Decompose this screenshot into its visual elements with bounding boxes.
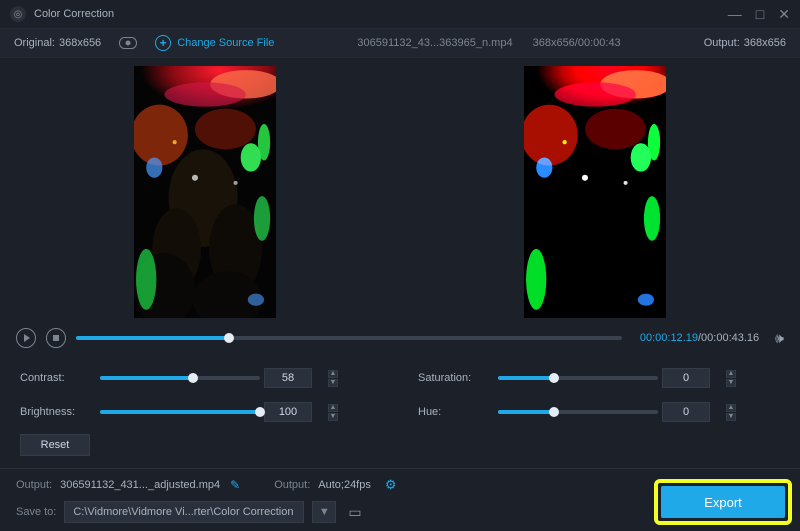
settings-gear-icon[interactable]: ⚙ (385, 477, 397, 493)
preview-area (0, 58, 800, 320)
hue-spinner[interactable]: ▲▼ (726, 404, 738, 421)
hue-label: Hue: (418, 406, 494, 418)
spin-down-icon[interactable]: ▼ (726, 379, 736, 387)
close-button[interactable]: ✕ (778, 7, 790, 21)
original-dims: 368x656 (59, 37, 101, 49)
app-logo-icon: ◎ (10, 6, 26, 22)
output-label: Output: (704, 37, 740, 49)
saturation-value[interactable]: 0 (662, 368, 710, 388)
spin-down-icon[interactable]: ▼ (328, 413, 338, 421)
save-path-box[interactable]: C:\Vidmore\Vidmore Vi...rter\Color Corre… (64, 501, 304, 523)
original-label: Original: (14, 37, 55, 49)
original-preview (20, 68, 390, 316)
timeline-thumb[interactable] (224, 333, 234, 343)
output-preview (410, 68, 780, 316)
output-file-name: 306591132_431..._adjusted.mp4 (60, 479, 220, 491)
contrast-spinner[interactable]: ▲▼ (328, 370, 340, 387)
output-file-label: Output: (16, 479, 52, 491)
window-title: Color Correction (34, 8, 114, 20)
saturation-spinner[interactable]: ▲▼ (726, 370, 738, 387)
reset-button[interactable]: Reset (20, 434, 90, 456)
output-settings-label: Output: (274, 479, 310, 491)
contrast-value[interactable]: 58 (264, 368, 312, 388)
export-highlight: Export (654, 479, 792, 525)
contrast-label: Contrast: (20, 372, 96, 384)
brightness-label: Brightness: (20, 406, 96, 418)
change-source-link[interactable]: Change Source File (177, 37, 274, 49)
timeline-slider[interactable] (76, 336, 622, 340)
source-filename: 306591132_43...363965_n.mp4 (357, 37, 512, 49)
stop-button[interactable] (46, 328, 66, 348)
time-current: 00:00:12.19 (640, 332, 698, 344)
contrast-slider[interactable] (100, 376, 260, 380)
time-display: 00:00:12.19/00:00:43.16 (640, 332, 759, 344)
playback-bar: 00:00:12.19/00:00:43.16 🕪 (0, 320, 800, 356)
brightness-slider[interactable] (100, 410, 260, 414)
hue-value[interactable]: 0 (662, 402, 710, 422)
spin-down-icon[interactable]: ▼ (328, 379, 338, 387)
time-total: 00:00:43.16 (701, 332, 759, 344)
source-dims-duration: 368x656/00:00:43 (533, 37, 621, 49)
open-folder-icon[interactable]: ▭ (348, 504, 361, 521)
spin-up-icon[interactable]: ▲ (726, 370, 736, 378)
source-info-bar: Original: 368x656 + Change Source File 3… (0, 28, 800, 58)
play-icon (24, 334, 30, 342)
brightness-spinner[interactable]: ▲▼ (328, 404, 340, 421)
minimize-button[interactable]: — (728, 7, 742, 21)
stop-icon (53, 335, 59, 341)
export-button[interactable]: Export (661, 486, 785, 518)
saturation-label: Saturation: (418, 372, 494, 384)
color-controls: Contrast: 58 ▲▼ Saturation: 0 ▲▼ Brightn… (0, 356, 800, 424)
save-to-label: Save to: (16, 506, 56, 518)
output-settings-value: Auto;24fps (318, 479, 371, 491)
spin-up-icon[interactable]: ▲ (726, 404, 736, 412)
preview-toggle-icon[interactable] (119, 37, 137, 49)
saturation-slider[interactable] (498, 376, 658, 380)
spin-down-icon[interactable]: ▼ (726, 413, 736, 421)
titlebar: ◎ Color Correction — □ ✕ (0, 0, 800, 28)
brightness-value[interactable]: 100 (264, 402, 312, 422)
play-button[interactable] (16, 328, 36, 348)
save-path-dropdown[interactable]: ▼ (312, 501, 336, 523)
spin-up-icon[interactable]: ▲ (328, 404, 338, 412)
rename-icon[interactable]: ✎ (230, 478, 240, 492)
hue-slider[interactable] (498, 410, 658, 414)
timeline-fill (76, 336, 229, 340)
maximize-button[interactable]: □ (756, 7, 764, 21)
footer: Output: 306591132_431..._adjusted.mp4 ✎ … (0, 469, 800, 531)
output-dims: 368x656 (744, 37, 786, 49)
add-source-icon[interactable]: + (155, 35, 171, 51)
volume-icon[interactable]: 🕪 (775, 330, 784, 347)
spin-up-icon[interactable]: ▲ (328, 370, 338, 378)
